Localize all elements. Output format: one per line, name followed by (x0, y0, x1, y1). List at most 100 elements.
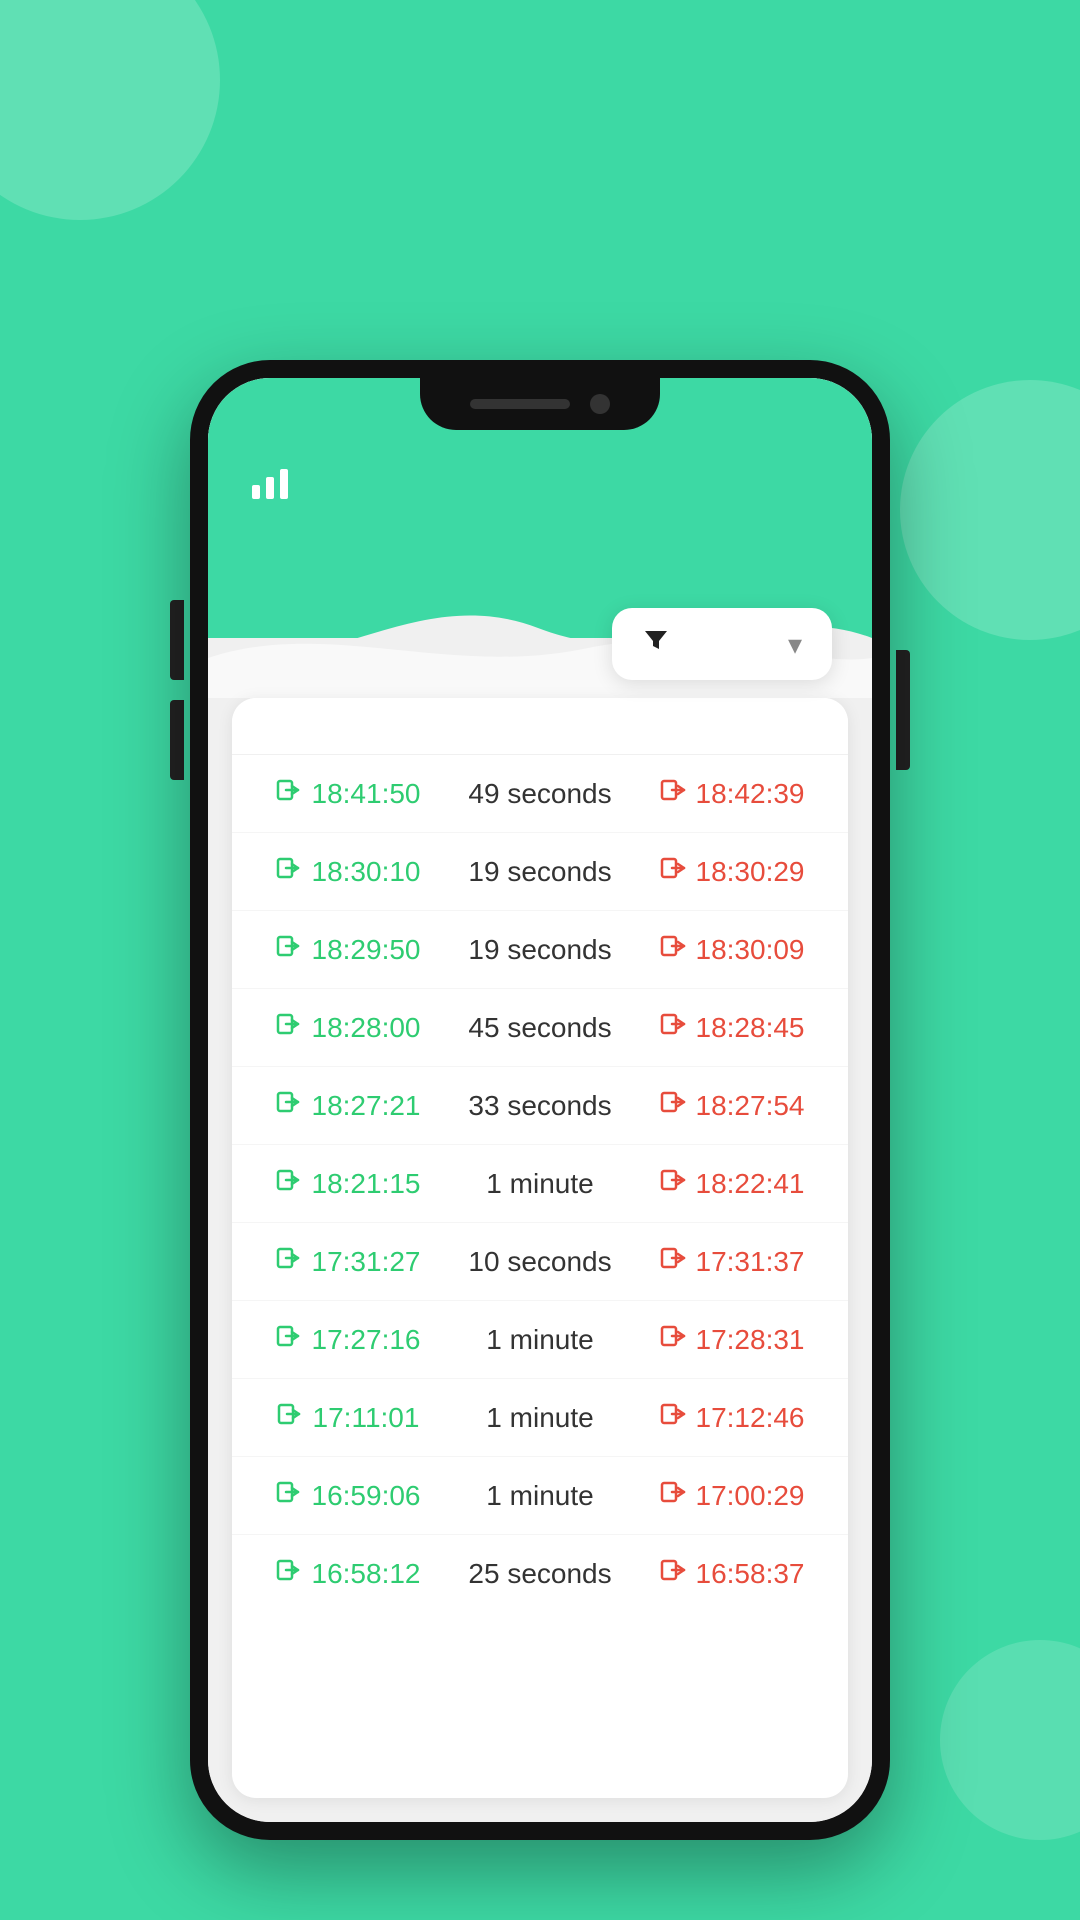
online-time-7: 17:27:16 (312, 1324, 421, 1356)
logout-icon-2 (660, 933, 686, 966)
phone-frame: ▾ 18:41:50 (190, 360, 890, 1840)
phone-volume-button-2 (170, 700, 184, 780)
logout-icon-4 (660, 1089, 686, 1122)
login-icon-0 (276, 777, 302, 810)
login-icon-9 (276, 1479, 302, 1512)
cell-online-5: 18:21:15 (252, 1167, 444, 1200)
offline-time-1: 18:30:29 (696, 856, 805, 888)
bg-decoration-circle-right (900, 380, 1080, 640)
offline-time-2: 18:30:09 (696, 934, 805, 966)
login-icon-4 (276, 1089, 302, 1122)
filter-chevron-icon: ▾ (788, 628, 802, 661)
logout-icon-8 (660, 1401, 686, 1434)
cell-time-6: 10 seconds (444, 1246, 636, 1278)
login-icon-7 (276, 1323, 302, 1356)
offline-time-10: 16:58:37 (696, 1558, 805, 1590)
filter-icon (642, 626, 670, 662)
cell-online-0: 18:41:50 (252, 777, 444, 810)
logout-icon-6 (660, 1245, 686, 1278)
cell-offline-0: 18:42:39 (636, 777, 828, 810)
cell-offline-1: 18:30:29 (636, 855, 828, 888)
table-row: 18:30:10 19 seconds 18:30:29 (232, 833, 848, 911)
login-icon-10 (276, 1557, 302, 1590)
cell-offline-5: 18:22:41 (636, 1167, 828, 1200)
online-time-3: 18:28:00 (312, 1012, 421, 1044)
cell-time-3: 45 seconds (444, 1012, 636, 1044)
cell-time-5: 1 minute (444, 1168, 636, 1200)
data-table: 18:41:50 49 seconds 18:42:39 18 (232, 698, 848, 1798)
table-row: 17:27:16 1 minute 17:28:31 (232, 1301, 848, 1379)
cell-online-9: 16:59:06 (252, 1479, 444, 1512)
login-icon-8 (277, 1401, 303, 1434)
phone-mockup: ▾ 18:41:50 (190, 360, 890, 1840)
offline-time-3: 18:28:45 (696, 1012, 805, 1044)
online-time-6: 17:31:27 (312, 1246, 421, 1278)
cell-online-3: 18:28:00 (252, 1011, 444, 1044)
logout-icon-5 (660, 1167, 686, 1200)
table-row: 18:41:50 49 seconds 18:42:39 (232, 755, 848, 833)
cell-online-1: 18:30:10 (252, 855, 444, 888)
online-time-0: 18:41:50 (312, 778, 421, 810)
cell-time-0: 49 seconds (444, 778, 636, 810)
cell-time-7: 1 minute (444, 1324, 636, 1356)
offline-time-4: 18:27:54 (696, 1090, 805, 1122)
phone-power-button (896, 650, 910, 770)
offline-time-8: 17:12:46 (696, 1402, 805, 1434)
cell-offline-10: 16:58:37 (636, 1557, 828, 1590)
login-icon-5 (276, 1167, 302, 1200)
logout-icon-3 (660, 1011, 686, 1044)
table-body: 18:41:50 49 seconds 18:42:39 18 (232, 755, 848, 1612)
table-row: 17:31:27 10 seconds 17:31:37 (232, 1223, 848, 1301)
cell-time-8: 1 minute (444, 1402, 636, 1434)
table-row: 18:27:21 33 seconds 18:27:54 (232, 1067, 848, 1145)
logout-icon-10 (660, 1557, 686, 1590)
cell-online-7: 17:27:16 (252, 1323, 444, 1356)
offline-time-5: 18:22:41 (696, 1168, 805, 1200)
online-time-10: 16:58:12 (312, 1558, 421, 1590)
cell-offline-3: 18:28:45 (636, 1011, 828, 1044)
login-icon-3 (276, 1011, 302, 1044)
logout-icon-1 (660, 855, 686, 888)
cell-offline-2: 18:30:09 (636, 933, 828, 966)
cell-offline-7: 17:28:31 (636, 1323, 828, 1356)
phone-speaker (470, 399, 570, 409)
cell-offline-8: 17:12:46 (636, 1401, 828, 1434)
online-time-5: 18:21:15 (312, 1168, 421, 1200)
app-header (208, 438, 872, 528)
offline-time-0: 18:42:39 (696, 778, 805, 810)
filter-dropdown[interactable]: ▾ (612, 608, 832, 680)
cell-online-6: 17:31:27 (252, 1245, 444, 1278)
online-time-2: 18:29:50 (312, 934, 421, 966)
offline-time-7: 17:28:31 (696, 1324, 805, 1356)
cell-time-1: 19 seconds (444, 856, 636, 888)
cell-offline-6: 17:31:37 (636, 1245, 828, 1278)
cell-time-4: 33 seconds (444, 1090, 636, 1122)
cell-time-10: 25 seconds (444, 1558, 636, 1590)
phone-notch (420, 378, 660, 430)
app-header-icon (248, 461, 292, 505)
table-row: 16:58:12 25 seconds 16:58:37 (232, 1535, 848, 1612)
online-time-4: 18:27:21 (312, 1090, 421, 1122)
online-time-9: 16:59:06 (312, 1480, 421, 1512)
online-time-8: 17:11:01 (313, 1402, 420, 1434)
offline-time-6: 17:31:37 (696, 1246, 805, 1278)
online-time-1: 18:30:10 (312, 856, 421, 888)
bg-decoration-circle-bottom (940, 1640, 1080, 1840)
cell-offline-4: 18:27:54 (636, 1089, 828, 1122)
phone-volume-button-1 (170, 600, 184, 680)
table-row: 18:29:50 19 seconds 18:30:09 (232, 911, 848, 989)
logout-icon-7 (660, 1323, 686, 1356)
table-row: 17:11:01 1 minute 17:12:46 (232, 1379, 848, 1457)
bg-decoration-circle-left (0, 0, 220, 220)
login-icon-2 (276, 933, 302, 966)
table-header-row (232, 698, 848, 755)
filter-area[interactable]: ▾ (612, 608, 832, 680)
cell-time-9: 1 minute (444, 1480, 636, 1512)
logout-icon-0 (660, 777, 686, 810)
cell-online-8: 17:11:01 (252, 1401, 444, 1434)
table-row: 16:59:06 1 minute 17:00:29 (232, 1457, 848, 1535)
login-icon-6 (276, 1245, 302, 1278)
logout-icon-9 (660, 1479, 686, 1512)
cell-online-4: 18:27:21 (252, 1089, 444, 1122)
cell-online-10: 16:58:12 (252, 1557, 444, 1590)
